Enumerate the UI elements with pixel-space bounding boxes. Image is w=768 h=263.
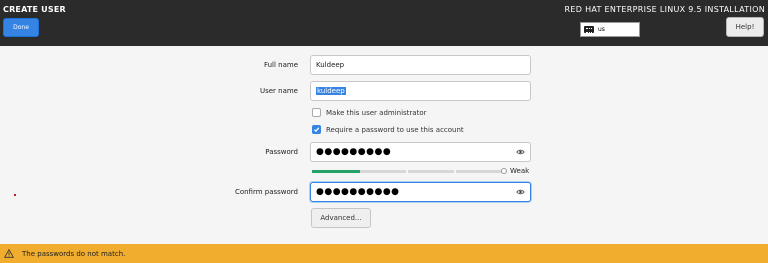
user-name-value: kuldeep — [316, 87, 346, 95]
user-name-field[interactable]: kuldeep — [310, 81, 531, 101]
keyboard-layout-value: us — [598, 26, 605, 33]
password-label: Password — [265, 148, 298, 156]
status-warning-bar[interactable]: The passwords do not match. — [0, 244, 768, 263]
status-message: The passwords do not match. — [22, 249, 126, 258]
stray-mark — [14, 194, 16, 196]
password-strength-label: Weak — [510, 167, 530, 175]
screen-title: CREATE USER — [3, 5, 66, 14]
confirm-password-field[interactable]: ●●●●●●●●●● — [310, 182, 531, 202]
full-name-field[interactable]: Kuldeep — [310, 55, 531, 75]
product-title: RED HAT ENTERPRISE LINUX 9.5 INSTALLATIO… — [564, 5, 765, 14]
admin-checkbox[interactable] — [312, 108, 321, 117]
password-strength-fill — [312, 170, 360, 173]
checkmark-icon — [313, 127, 320, 133]
header-bar: CREATE USER Done RED HAT ENTERPRISE LINU… — [0, 0, 768, 46]
admin-checkbox-label: Make this user administrator — [326, 108, 427, 117]
password-strength-bar — [312, 170, 502, 173]
eye-icon[interactable] — [516, 189, 525, 195]
keyboard-icon — [584, 26, 594, 33]
user-name-label: User name — [259, 87, 298, 95]
password-field[interactable]: ●●●●●●●●● — [310, 142, 531, 162]
keyboard-layout-indicator[interactable]: us — [580, 22, 640, 37]
require-password-checkbox-row[interactable]: Require a password to use this account — [312, 125, 464, 134]
confirm-password-label: Confirm password — [234, 188, 298, 196]
advanced-button[interactable]: Advanced... — [311, 208, 371, 228]
help-button[interactable]: Help! — [726, 17, 764, 37]
full-name-value: Kuldeep — [316, 61, 345, 69]
warning-icon — [4, 249, 14, 258]
full-name-label: Full name — [263, 61, 298, 69]
require-password-label: Require a password to use this account — [326, 125, 464, 134]
password-strength-knob — [501, 168, 507, 174]
require-password-checkbox[interactable] — [312, 125, 321, 134]
password-value: ●●●●●●●●● — [316, 146, 392, 157]
done-button[interactable]: Done — [3, 18, 39, 37]
eye-icon[interactable] — [516, 149, 525, 155]
admin-checkbox-row[interactable]: Make this user administrator — [312, 108, 427, 117]
confirm-password-value: ●●●●●●●●●● — [316, 186, 400, 197]
